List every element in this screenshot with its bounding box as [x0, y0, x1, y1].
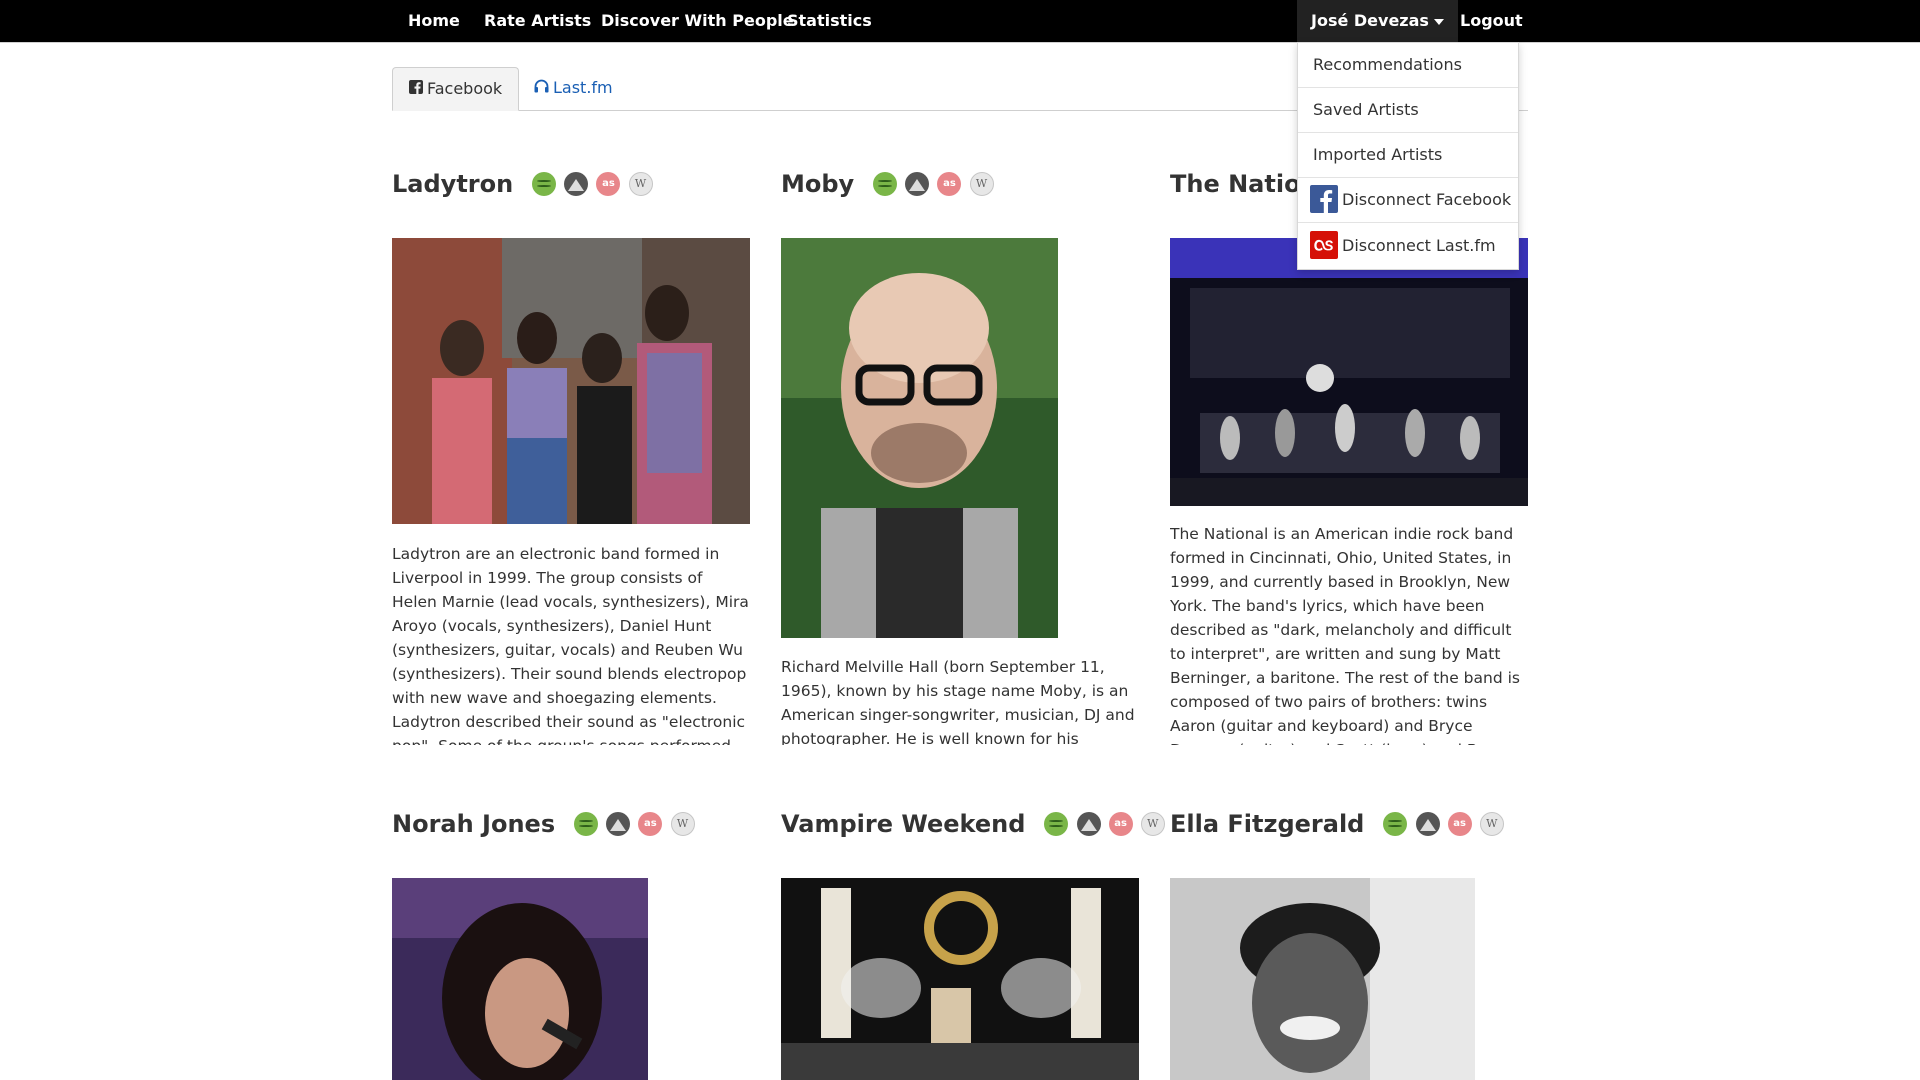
disconnect-lastfm-label: Disconnect Last.fm [1342, 236, 1496, 255]
artist-card: Ella Fitzgerald as [1170, 810, 1528, 1080]
spotify-icon[interactable] [873, 172, 898, 196]
artist-name[interactable]: Vampire Weekend [781, 810, 1025, 838]
user-dropdown-menu: Recommendations Saved Artists Imported A… [1297, 42, 1519, 270]
artist-bio: Ladytron are an electronic band formed i… [392, 545, 749, 745]
grooveshark-icon[interactable] [1076, 812, 1101, 836]
tab-facebook-label: Facebook [427, 79, 503, 98]
user-menu-toggle[interactable]: José Devezas [1297, 0, 1458, 42]
menu-item-imported-artists[interactable]: Imported Artists [1298, 133, 1518, 178]
spotify-icon[interactable] [532, 172, 557, 196]
artist-name[interactable]: Ladytron [392, 170, 513, 198]
grooveshark-icon[interactable] [606, 812, 631, 836]
caret-down-icon [1433, 18, 1444, 25]
menu-item-recommendations[interactable]: Recommendations [1298, 43, 1518, 88]
wikipedia-icon[interactable] [670, 812, 695, 836]
artist-name[interactable]: Norah Jones [392, 810, 555, 838]
artist-photo [392, 238, 750, 524]
service-links: as [574, 812, 697, 836]
menu-item-saved-artists[interactable]: Saved Artists [1298, 88, 1518, 133]
artist-card: Moby as Richard Melville Hall (born Sept… [781, 170, 1139, 745]
nav-rate-artists[interactable]: Rate Artists [484, 0, 591, 42]
artist-photo [1170, 878, 1475, 1080]
spotify-icon[interactable] [1383, 812, 1408, 836]
nav-statistics[interactable]: Statistics [787, 0, 872, 42]
artist-photo [1170, 238, 1528, 506]
tab-lastfm-label: Last.fm [553, 78, 613, 97]
tab-facebook[interactable]: Facebook [392, 67, 520, 111]
facebook-square-icon [409, 68, 423, 110]
grooveshark-icon[interactable] [905, 172, 930, 196]
lastfm-icon[interactable]: as [1108, 812, 1133, 836]
lastfm-icon[interactable]: as [596, 172, 621, 196]
artist-card: Ladytron as Ladytron are an electronic b… [392, 170, 750, 745]
artist-card: Norah Jones as [392, 810, 750, 1080]
tab-lastfm[interactable]: Last.fm [518, 67, 629, 109]
artist-photo [781, 238, 1058, 638]
artist-header: Norah Jones as [392, 810, 698, 850]
spotify-icon[interactable] [1044, 812, 1069, 836]
service-links: as [873, 172, 996, 196]
lastfm-icon [1310, 230, 1338, 259]
wikipedia-icon[interactable] [969, 172, 994, 196]
headphones-icon [534, 67, 549, 109]
lastfm-icon[interactable]: as [638, 812, 663, 836]
facebook-icon [1310, 184, 1338, 213]
artist-card: Vampire Weekend as [781, 810, 1165, 1080]
service-links: as [1044, 812, 1167, 836]
artist-header: Vampire Weekend as [781, 810, 1168, 850]
artist-photo [781, 878, 1139, 1080]
navbar: Home Rate Artists Discover With People S… [0, 0, 1920, 43]
disconnect-facebook-label: Disconnect Facebook [1342, 190, 1512, 209]
artist-name[interactable]: Ella Fitzgerald [1170, 810, 1364, 838]
service-links: as [1383, 812, 1506, 836]
wikipedia-icon[interactable] [1140, 812, 1165, 836]
nav-discover-with-people[interactable]: Discover With People [601, 0, 794, 42]
artist-header: Ella Fitzgerald as [1170, 810, 1507, 850]
menu-item-disconnect-facebook[interactable]: Disconnect Facebook [1298, 178, 1518, 223]
artist-photo [392, 878, 648, 1080]
lastfm-icon[interactable]: as [1447, 812, 1472, 836]
artist-header: Ladytron as [392, 170, 656, 210]
nav-home[interactable]: Home [408, 0, 460, 42]
artist-header: Moby as [781, 170, 997, 210]
grooveshark-icon[interactable] [1415, 812, 1440, 836]
lastfm-icon[interactable]: as [937, 172, 962, 196]
user-name: José Devezas [1311, 11, 1429, 30]
wikipedia-icon[interactable] [628, 172, 653, 196]
grooveshark-icon[interactable] [564, 172, 589, 196]
service-links: as [532, 172, 655, 196]
wikipedia-icon[interactable] [1479, 812, 1504, 836]
logout-link[interactable]: Logout [1460, 0, 1523, 42]
artist-bio: Richard Melville Hall (born September 11… [781, 658, 1135, 745]
artist-bio: The National is an American indie rock b… [1170, 525, 1520, 745]
spotify-icon[interactable] [574, 812, 599, 836]
artist-name[interactable]: Moby [781, 170, 854, 198]
menu-item-disconnect-lastfm[interactable]: Disconnect Last.fm [1298, 223, 1518, 269]
